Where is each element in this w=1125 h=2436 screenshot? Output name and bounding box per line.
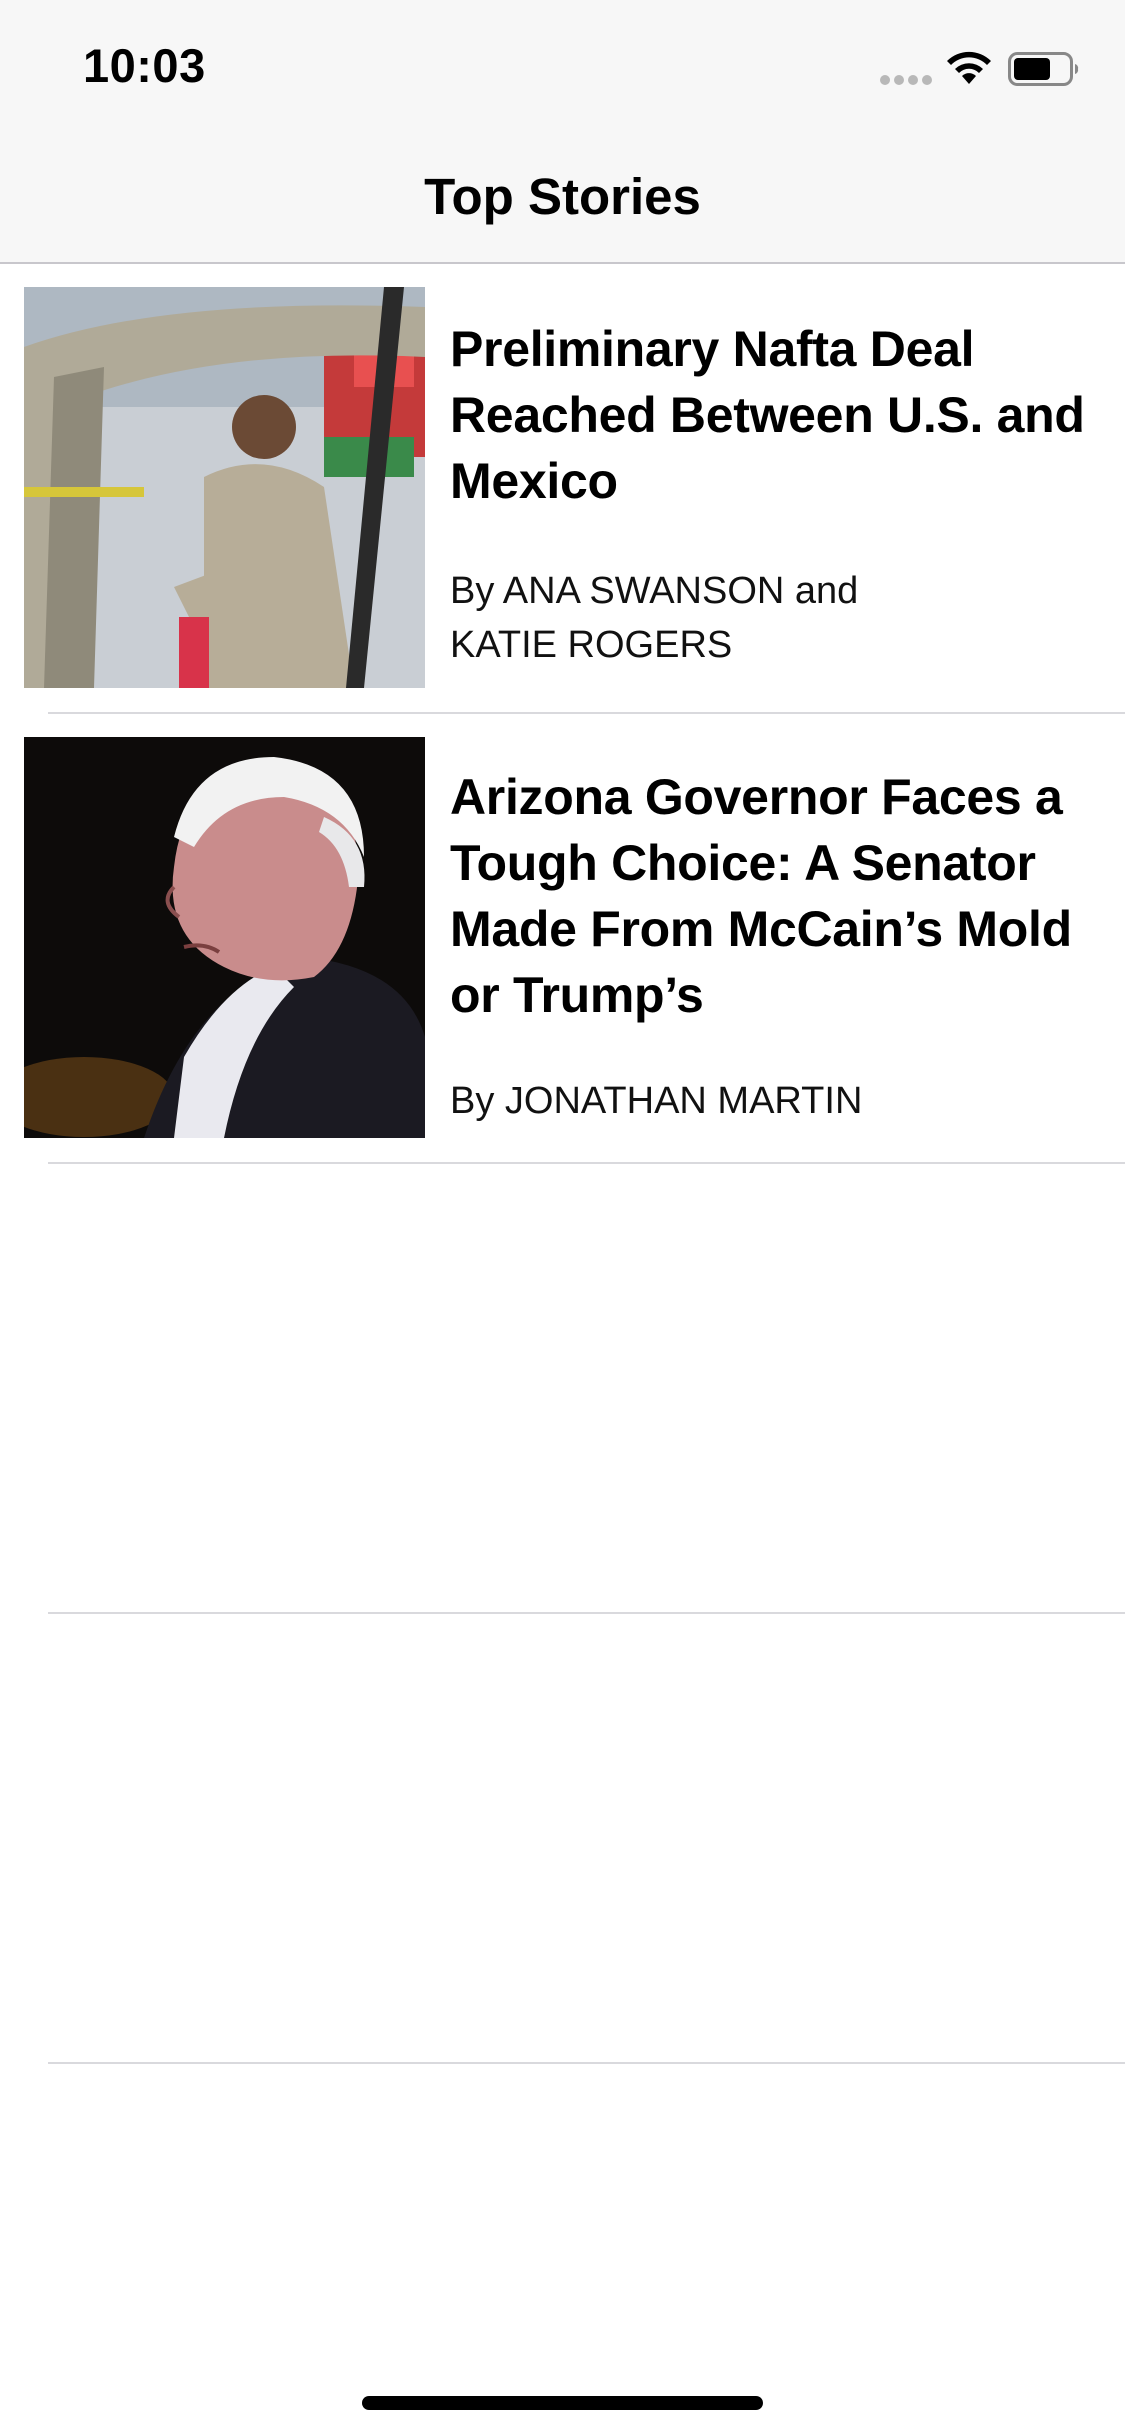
navigation-bar: 10:03 Top Stories bbox=[0, 0, 1125, 264]
story-row[interactable]: Preliminary Nafta Deal Reached Between U… bbox=[0, 264, 1125, 714]
status-time: 10:03 bbox=[83, 39, 206, 92]
wifi-icon bbox=[947, 51, 991, 84]
story-thumbnail bbox=[24, 287, 425, 688]
byline-line: By JONATHAN MARTIN bbox=[450, 1080, 863, 1122]
byline-line: KATIE ROGERS bbox=[450, 624, 733, 666]
empty-row bbox=[0, 1164, 1125, 1614]
story-byline: By JONATHAN MARTIN bbox=[450, 1074, 910, 1128]
screen: 10:03 Top Stories Preliminary Nafta Deal… bbox=[0, 0, 1125, 2436]
signal-dots-icon bbox=[880, 75, 932, 87]
row-separator bbox=[48, 2062, 1125, 2064]
story-byline: By ANA SWANSON and KATIE ROGERS bbox=[450, 564, 910, 672]
empty-row bbox=[0, 1614, 1125, 2064]
story-row[interactable]: Arizona Governor Faces a Tough Choice: A… bbox=[0, 714, 1125, 1164]
story-headline: Arizona Governor Faces a Tough Choice: A… bbox=[450, 769, 1072, 1023]
story-thumbnail bbox=[24, 737, 425, 1138]
home-indicator[interactable] bbox=[362, 2396, 763, 2410]
byline-line: By ANA SWANSON and bbox=[450, 570, 859, 612]
battery-icon bbox=[1008, 52, 1079, 86]
stories-list: Preliminary Nafta Deal Reached Between U… bbox=[0, 264, 1125, 2064]
page-title: Top Stories bbox=[424, 168, 701, 225]
story-headline: Preliminary Nafta Deal Reached Between U… bbox=[450, 321, 1085, 509]
